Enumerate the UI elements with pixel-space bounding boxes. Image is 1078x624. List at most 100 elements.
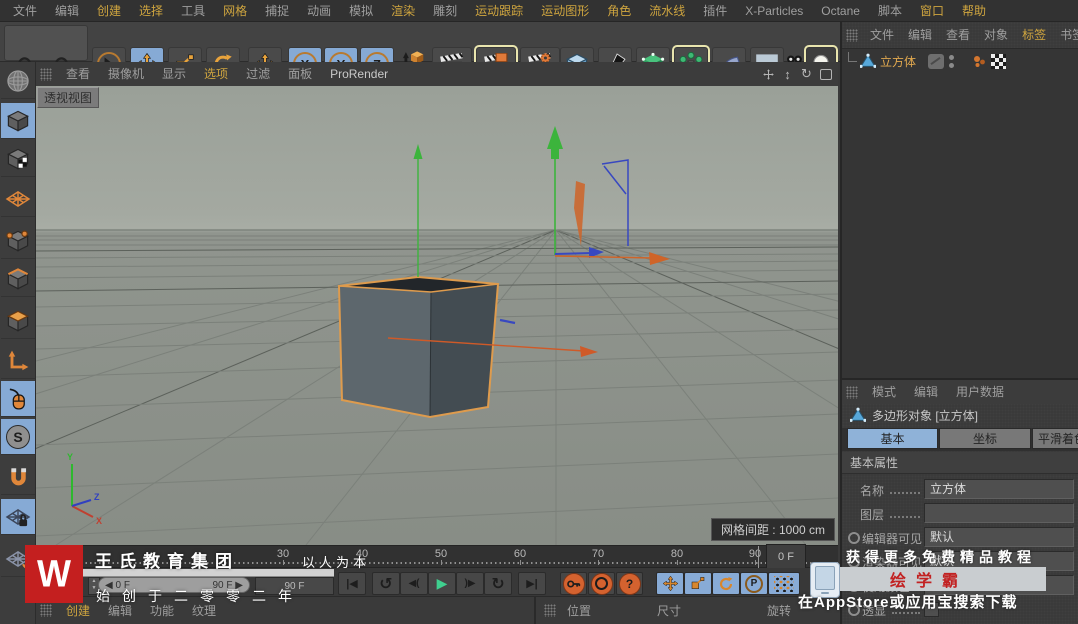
current-frame-box: 0 F [766, 544, 806, 570]
browser-button[interactable] [1, 63, 35, 99]
menu-octane[interactable]: Octane [812, 0, 869, 22]
keyframe-circle-icon[interactable] [848, 532, 860, 544]
menu-snap[interactable]: 捕捉 [256, 0, 298, 22]
tick-label: 70 [585, 548, 611, 560]
layer-input[interactable] [924, 503, 1074, 523]
menu-pipeline[interactable]: 流水线 [640, 0, 694, 22]
axis-mode-button[interactable] [1, 343, 35, 379]
tab-coordinates[interactable]: 坐标 [939, 428, 1031, 449]
visibility-toggle-icon[interactable] [928, 54, 944, 69]
next-key-button[interactable]: ↻ [484, 572, 512, 595]
object-name[interactable]: 立方体 [880, 53, 916, 70]
panel-grip-icon[interactable] [40, 604, 52, 617]
rotate-view-icon[interactable]: ↻ [798, 66, 815, 83]
vp-menu-view[interactable]: 查看 [57, 63, 99, 85]
vp-menu-camera[interactable]: 摄像机 [99, 63, 153, 85]
attribute-section-header[interactable]: 基本属性 [842, 452, 1078, 474]
menu-sculpt[interactable]: 雕刻 [424, 0, 466, 22]
object-row[interactable]: 立方体 [842, 51, 1078, 71]
viewport-canvas[interactable]: Y X Z 透视视图 网格间距 : 1000 cm [36, 86, 838, 545]
am-menu-userdata[interactable]: 用户数据 [947, 381, 1013, 403]
editor-visible-dropdown[interactable]: 默认 [924, 527, 1074, 547]
om-menu-ed[interactable]: 编辑 [901, 24, 939, 46]
model-mode-button[interactable] [1, 141, 35, 177]
am-menu-edit[interactable]: 编辑 [905, 381, 947, 403]
editable-cube-icon [6, 109, 30, 133]
tab-phong[interactable]: 平滑着色 [1032, 428, 1078, 449]
dolly-view-icon[interactable]: ↕ [779, 66, 796, 83]
play-button[interactable]: ▶ [428, 572, 456, 595]
texture-tag-icon[interactable] [991, 54, 1006, 69]
menu-help[interactable]: 帮助 [953, 0, 995, 22]
lock-workplane-button[interactable] [1, 499, 35, 535]
panel-grip-icon[interactable] [544, 604, 556, 617]
menu-mograph[interactable]: 运动图形 [532, 0, 598, 22]
menu-window[interactable]: 窗口 [911, 0, 953, 22]
om-menu-object[interactable]: 对象 [977, 24, 1015, 46]
preview-range-end-marker[interactable] [758, 546, 759, 569]
menu-xparticles[interactable]: X-Particles [736, 0, 812, 22]
watermark-app-bar: 绘学霸 [812, 567, 1046, 591]
pan-view-icon[interactable] [760, 66, 777, 83]
menu-select[interactable]: 选择 [130, 0, 172, 22]
polygons-mode-button[interactable] [1, 303, 35, 339]
menu-plugins[interactable]: 插件 [694, 0, 736, 22]
tree-branch-icon [848, 52, 857, 62]
watermark-promo: 获得更多免费精品教程 [846, 547, 1036, 567]
question-icon: ? [626, 577, 633, 591]
vp-menu-filter[interactable]: 过滤 [237, 63, 279, 85]
menu-simulate[interactable]: 模拟 [340, 0, 382, 22]
move-mode-button[interactable] [656, 572, 684, 595]
om-menu-bookmark[interactable]: 书签 [1053, 24, 1078, 46]
scale-mode-button[interactable] [684, 572, 712, 595]
tab-basic[interactable]: 基本 [847, 428, 938, 449]
goto-end-button[interactable]: ▶| [518, 572, 546, 595]
options-grid-button[interactable] [768, 572, 800, 595]
menu-mesh[interactable]: 网格 [214, 0, 256, 22]
points-mode-button[interactable] [1, 223, 35, 259]
panel-grip-icon[interactable] [40, 68, 52, 81]
menu-script[interactable]: 脚本 [869, 0, 911, 22]
phong-tag-icon[interactable] [972, 54, 987, 69]
prev-frame-button[interactable]: ◀( [400, 572, 428, 595]
attribute-object-row: 多边形对象 [立方体] [842, 404, 1078, 426]
vp-menu-options[interactable]: 选项 [195, 63, 237, 85]
help-button[interactable]: ? [616, 572, 643, 595]
viewport-solo-button[interactable] [1, 381, 35, 417]
menu-motion-tracker[interactable]: 运动跟踪 [466, 0, 532, 22]
view-label[interactable]: 透视视图 [37, 87, 99, 108]
am-menu-mode[interactable]: 模式 [863, 381, 905, 403]
vp-menu-display[interactable]: 显示 [153, 63, 195, 85]
om-menu-view[interactable]: 查看 [939, 24, 977, 46]
snap-button[interactable] [1, 459, 35, 495]
menu-character[interactable]: 角色 [598, 0, 640, 22]
world-move-gizmo[interactable] [547, 126, 670, 265]
vp-menu-prorender[interactable]: ProRender [321, 63, 397, 85]
rotate-mode-button[interactable] [712, 572, 740, 595]
cube-object[interactable] [339, 277, 498, 417]
maximize-view-icon[interactable] [817, 66, 834, 83]
menu-create[interactable]: 创建 [88, 0, 130, 22]
om-menu-tags[interactable]: 标签 [1015, 24, 1053, 46]
autokey-button[interactable] [588, 572, 615, 595]
om-menu-file[interactable]: 文件 [863, 24, 901, 46]
editor-render-dots-icon[interactable] [949, 55, 954, 68]
record-key-button[interactable] [560, 572, 587, 595]
goto-start-button[interactable]: |◀ [338, 572, 366, 595]
menu-tools[interactable]: 工具 [172, 0, 214, 22]
panel-grip-icon[interactable] [846, 386, 858, 399]
next-frame-button[interactable]: )▶ [456, 572, 484, 595]
vp-menu-panel[interactable]: 面板 [279, 63, 321, 85]
panel-grip-icon[interactable] [846, 29, 858, 42]
prev-key-button[interactable]: ↺ [372, 572, 400, 595]
name-input[interactable]: 立方体 [924, 479, 1074, 499]
menu-file[interactable]: 文件 [4, 0, 46, 22]
simulation-button[interactable]: S [1, 419, 35, 455]
menu-render[interactable]: 渲染 [382, 0, 424, 22]
make-editable-button[interactable] [1, 103, 35, 139]
menu-animate[interactable]: 动画 [298, 0, 340, 22]
coord-system-toggle-button[interactable]: P [740, 572, 768, 595]
edges-mode-button[interactable] [1, 261, 35, 297]
menu-edit[interactable]: 编辑 [46, 0, 88, 22]
workplane-mode-button[interactable] [1, 181, 35, 217]
